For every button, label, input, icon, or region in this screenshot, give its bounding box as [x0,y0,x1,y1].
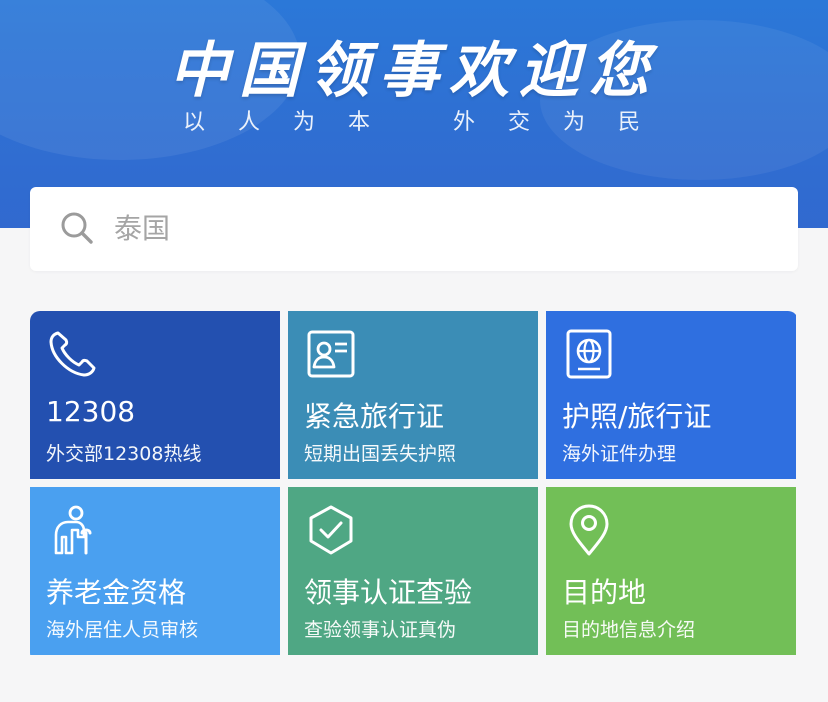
phone-icon [46,327,100,381]
tile-destination[interactable]: 目的地 目的地信息介绍 [546,487,796,655]
tile-title: 12308 [46,395,136,428]
tile-pension-qualification[interactable]: 养老金资格 海外居住人员审核 [30,487,280,655]
search-input[interactable]: 泰国 [114,211,170,247]
location-pin-icon [562,503,616,557]
tile-title: 养老金资格 [46,576,187,609]
slogan-right: 外交为民 [453,110,674,135]
tile-consular-authentication-check[interactable]: 领事认证查验 查验领事认证真伪 [288,487,538,655]
id-card-icon [304,327,358,381]
tile-title: 目的地 [562,576,647,609]
tile-subtitle: 目的地信息介绍 [562,619,696,641]
search-bar[interactable]: 泰国 [30,187,798,271]
search-icon [60,211,96,247]
passport-icon [562,327,616,381]
tile-emergency-travel-document[interactable]: 紧急旅行证 短期出国丢失护照 [288,311,538,479]
tile-title: 紧急旅行证 [304,400,445,433]
tile-title: 护照/旅行证 [562,400,712,433]
page-title: 中国领事欢迎您 [169,36,659,106]
tile-subtitle: 海外居住人员审核 [46,619,199,641]
shield-check-icon [304,503,358,557]
slogan-left: 以人为本 [183,110,404,135]
tile-subtitle: 外交部12308热线 [46,443,202,465]
service-grid: 12308 外交部12308热线 紧急旅行证 短期出国丢失护照 护照/旅行证 海… [30,311,798,663]
tile-subtitle: 海外证件办理 [562,443,677,465]
tile-title: 领事认证查验 [304,576,473,609]
tile-hotline-12308[interactable]: 12308 外交部12308热线 [30,311,280,479]
tile-subtitle: 短期出国丢失护照 [304,443,457,465]
tile-subtitle: 查验领事认证真伪 [304,619,457,641]
tile-passport-travel-document[interactable]: 护照/旅行证 海外证件办理 [546,311,796,479]
elderly-icon [46,503,100,557]
